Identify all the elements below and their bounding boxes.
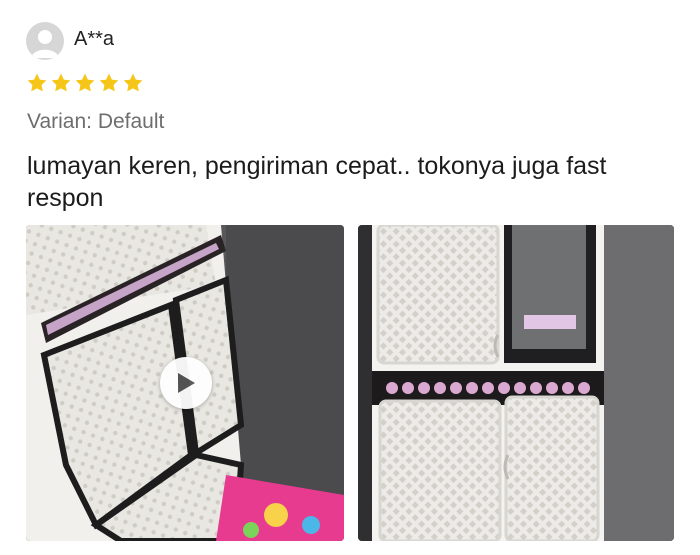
review-video-thumbnail[interactable] xyxy=(26,225,344,541)
review-text: lumayan keren, pengiriman cepat.. tokony… xyxy=(27,152,607,212)
product-variant: Varian: Default xyxy=(27,110,165,133)
review-photo-thumbnail[interactable] xyxy=(358,225,674,541)
star-icon xyxy=(122,72,144,94)
user-placeholder-icon xyxy=(31,30,59,58)
play-button[interactable] xyxy=(160,357,212,409)
reviewer-name: A**a xyxy=(74,28,115,50)
play-icon xyxy=(178,373,195,393)
star-icon xyxy=(74,72,96,94)
star-icon xyxy=(26,72,48,94)
star-icon xyxy=(98,72,120,94)
cabinet-photo-image xyxy=(358,225,674,541)
star-icon xyxy=(50,72,72,94)
star-rating xyxy=(26,72,144,94)
avatar xyxy=(26,22,64,60)
